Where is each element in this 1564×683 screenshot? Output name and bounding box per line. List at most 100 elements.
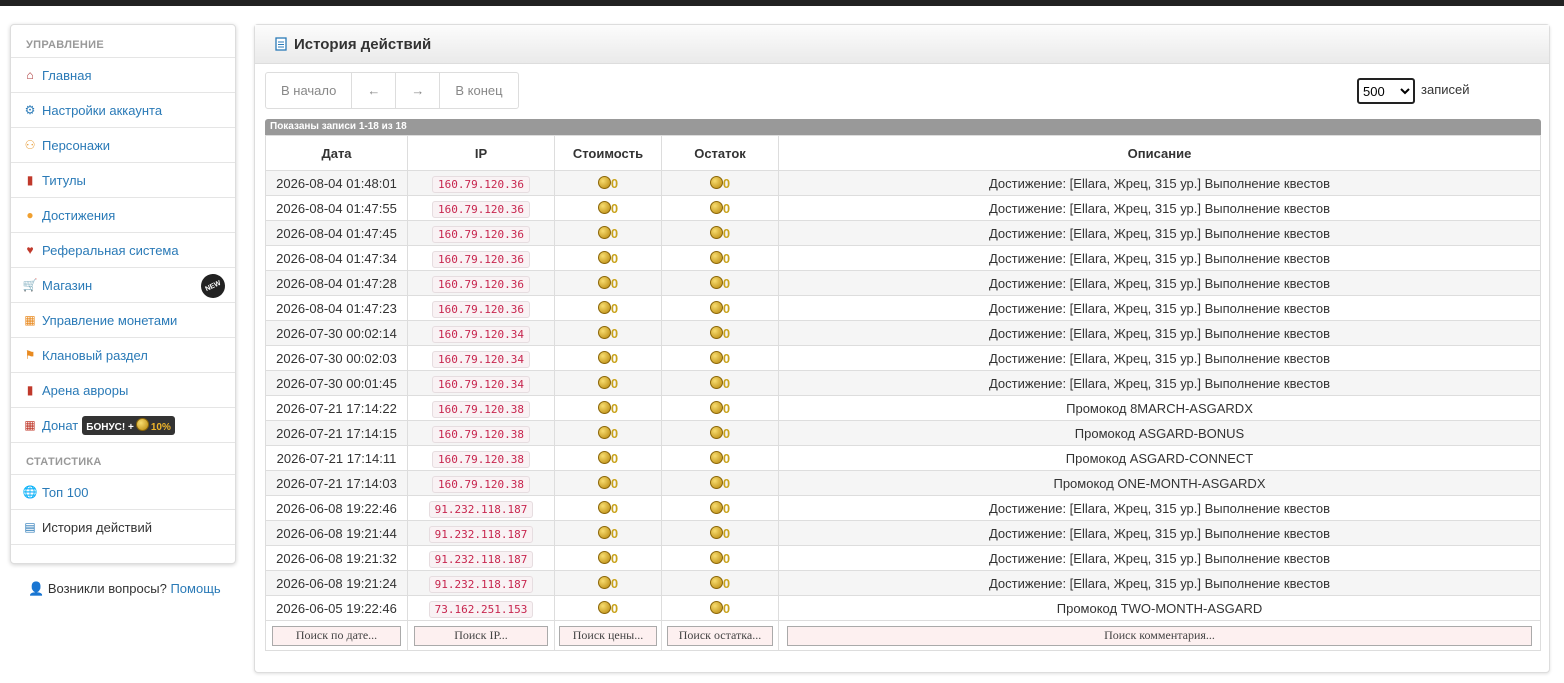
ip-value: 160.79.120.38 bbox=[431, 400, 531, 418]
help-line: 👤 Возникли вопросы? Помощь bbox=[28, 581, 221, 597]
bookmark-icon: ▮ bbox=[26, 173, 34, 187]
ip-value: 91.232.118.187 bbox=[428, 525, 534, 543]
cost-value: 0 bbox=[610, 225, 619, 241]
cost-cell: 0 bbox=[554, 220, 662, 246]
date-cell: 2026-06-08 19:21:44 bbox=[265, 520, 408, 546]
ip-cell: 73.162.251.153 bbox=[407, 595, 555, 621]
coin-icon bbox=[709, 225, 723, 239]
table-row: 2026-07-21 17:14:03 160.79.120.38 0 0 Промок… bbox=[265, 470, 1541, 496]
coin-icon bbox=[709, 325, 723, 339]
filter-ip-input[interactable] bbox=[413, 625, 549, 646]
description-cell: Промокод ASGARD-BONUS bbox=[778, 420, 1541, 446]
rest-cell: 0 bbox=[661, 520, 779, 546]
coin-icon bbox=[709, 300, 723, 314]
date-cell: 2026-06-08 19:21:32 bbox=[265, 545, 408, 571]
column-header-ip[interactable]: IP bbox=[407, 135, 555, 171]
cost-cell: 0 bbox=[554, 345, 662, 371]
sidebar-item[interactable]: ▮ Титулы bbox=[11, 163, 235, 198]
help-link[interactable]: Помощь bbox=[170, 581, 220, 596]
users-icon: ⚇ bbox=[24, 138, 36, 152]
table-row: 2026-07-21 17:14:11 160.79.120.38 0 0 Промок… bbox=[265, 445, 1541, 471]
ip-value: 160.79.120.36 bbox=[431, 250, 531, 268]
lightbulb-icon: ● bbox=[26, 208, 34, 222]
cost-value: 0 bbox=[610, 200, 619, 216]
coin-icon bbox=[597, 400, 611, 414]
filter-date-input[interactable] bbox=[271, 625, 402, 646]
pager-next-button[interactable]: → bbox=[396, 73, 441, 108]
sidebar-item[interactable]: 🌐 Топ 100 bbox=[11, 475, 235, 510]
rest-cell: 0 bbox=[661, 320, 779, 346]
coin-icon bbox=[709, 525, 723, 539]
bonus-label: БОНУС! + bbox=[86, 421, 134, 433]
sidebar-item[interactable]: 🛒 Магазин NEW bbox=[11, 268, 235, 303]
rest-value: 0 bbox=[722, 175, 731, 191]
table-row: 2026-06-08 19:21:32 91.232.118.187 0 0 Дости… bbox=[265, 545, 1541, 571]
cost-cell: 0 bbox=[554, 495, 662, 521]
sidebar-item-label: Настройки аккаунта bbox=[42, 102, 163, 118]
rest-value: 0 bbox=[722, 250, 731, 266]
pager-last-button[interactable]: В конец bbox=[440, 73, 517, 108]
cost-value: 0 bbox=[610, 275, 619, 291]
rest-value: 0 bbox=[722, 600, 731, 616]
column-header-date[interactable]: Дата bbox=[265, 135, 408, 171]
sidebar-item-label: Персонажи bbox=[42, 137, 111, 153]
sidebar-item[interactable]: ● Достижения bbox=[11, 198, 235, 233]
ip-cell: 160.79.120.36 bbox=[407, 220, 555, 246]
column-header-description[interactable]: Описание bbox=[778, 135, 1541, 171]
filter-cost-input[interactable] bbox=[559, 625, 657, 646]
coin-icon bbox=[135, 417, 149, 431]
cost-cell: 0 bbox=[554, 295, 662, 321]
column-header-cost[interactable]: Стоимость bbox=[554, 135, 662, 171]
ip-cell: 160.79.120.38 bbox=[407, 395, 555, 421]
date-cell: 2026-08-04 01:48:01 bbox=[265, 170, 408, 196]
ip-value: 91.232.118.187 bbox=[428, 575, 534, 593]
table-row: 2026-06-08 19:21:24 91.232.118.187 0 0 Дости… bbox=[265, 570, 1541, 596]
coin-icon bbox=[597, 525, 611, 539]
cost-cell: 0 bbox=[554, 595, 662, 621]
filter-rest-input[interactable] bbox=[666, 625, 774, 646]
column-header-rest[interactable]: Остаток bbox=[661, 135, 779, 171]
help-text: Возникли вопросы? bbox=[47, 581, 167, 596]
new-badge: NEW bbox=[197, 270, 229, 302]
coin-icon bbox=[709, 200, 723, 214]
description-cell: Достижение: [Ellara, Жрец, 315 ур.] Выпо… bbox=[778, 170, 1541, 196]
ip-cell: 160.79.120.36 bbox=[407, 270, 555, 296]
sidebar-item[interactable]: ▤ История действий bbox=[11, 510, 235, 545]
panel-header: История действий bbox=[255, 25, 1549, 64]
date-cell: 2026-08-04 01:47:28 bbox=[265, 270, 408, 296]
rest-cell: 0 bbox=[661, 470, 779, 496]
sidebar-item[interactable]: ⚑ Клановый раздел bbox=[11, 338, 235, 373]
cost-value: 0 bbox=[610, 325, 619, 341]
sidebar-item[interactable]: ⌂ Главная bbox=[11, 58, 235, 93]
date-cell: 2026-07-21 17:14:15 bbox=[265, 420, 408, 446]
bonus-percent: 10% bbox=[150, 421, 171, 433]
description-cell: Достижение: [Ellara, Жрец, 315 ур.] Выпо… bbox=[778, 195, 1541, 221]
sidebar-item[interactable]: ⚇ Персонажи bbox=[11, 128, 235, 163]
rest-cell: 0 bbox=[661, 195, 779, 221]
rest-cell: 0 bbox=[661, 495, 779, 521]
filter-comment-input[interactable] bbox=[786, 625, 1533, 646]
rest-cell: 0 bbox=[661, 295, 779, 321]
description-cell: Достижение: [Ellara, Жрец, 315 ур.] Выпо… bbox=[778, 320, 1541, 346]
description-cell: Промокод ONE-MONTH-ASGARDX bbox=[778, 470, 1541, 496]
sidebar-item-label: История действий bbox=[42, 519, 152, 535]
sidebar-item-label: Арена авроры bbox=[42, 382, 129, 398]
sidebar-item[interactable]: ▦ Донат БОНУС! + 10% bbox=[11, 408, 235, 443]
per-page-select[interactable]: 500 bbox=[1357, 78, 1415, 104]
pager-first-button[interactable]: В начало bbox=[266, 73, 353, 108]
cost-cell: 0 bbox=[554, 470, 662, 496]
cost-cell: 0 bbox=[554, 320, 662, 346]
ip-value: 160.79.120.38 bbox=[431, 475, 531, 493]
table-row: 2026-08-04 01:47:23 160.79.120.36 0 0 Достиж… bbox=[265, 295, 1541, 321]
coin-icon bbox=[709, 400, 723, 414]
coin-icon bbox=[709, 350, 723, 364]
pager-prev-button[interactable]: ← bbox=[352, 73, 397, 108]
sidebar-item[interactable]: ⚙ Настройки аккаунта bbox=[11, 93, 235, 128]
sidebar-item[interactable]: ▦ Управление монетами bbox=[11, 303, 235, 338]
records-info: Показаны записи 1-18 из 18 bbox=[265, 119, 1541, 135]
date-cell: 2026-06-05 19:22:46 bbox=[265, 595, 408, 621]
sidebar-item[interactable]: ▮ Арена авроры bbox=[11, 373, 235, 408]
description-cell: Достижение: [Ellara, Жрец, 315 ур.] Выпо… bbox=[778, 495, 1541, 521]
sidebar-item[interactable]: ♥ Реферальная система bbox=[11, 233, 235, 268]
description-cell: Достижение: [Ellara, Жрец, 315 ур.] Выпо… bbox=[778, 570, 1541, 596]
